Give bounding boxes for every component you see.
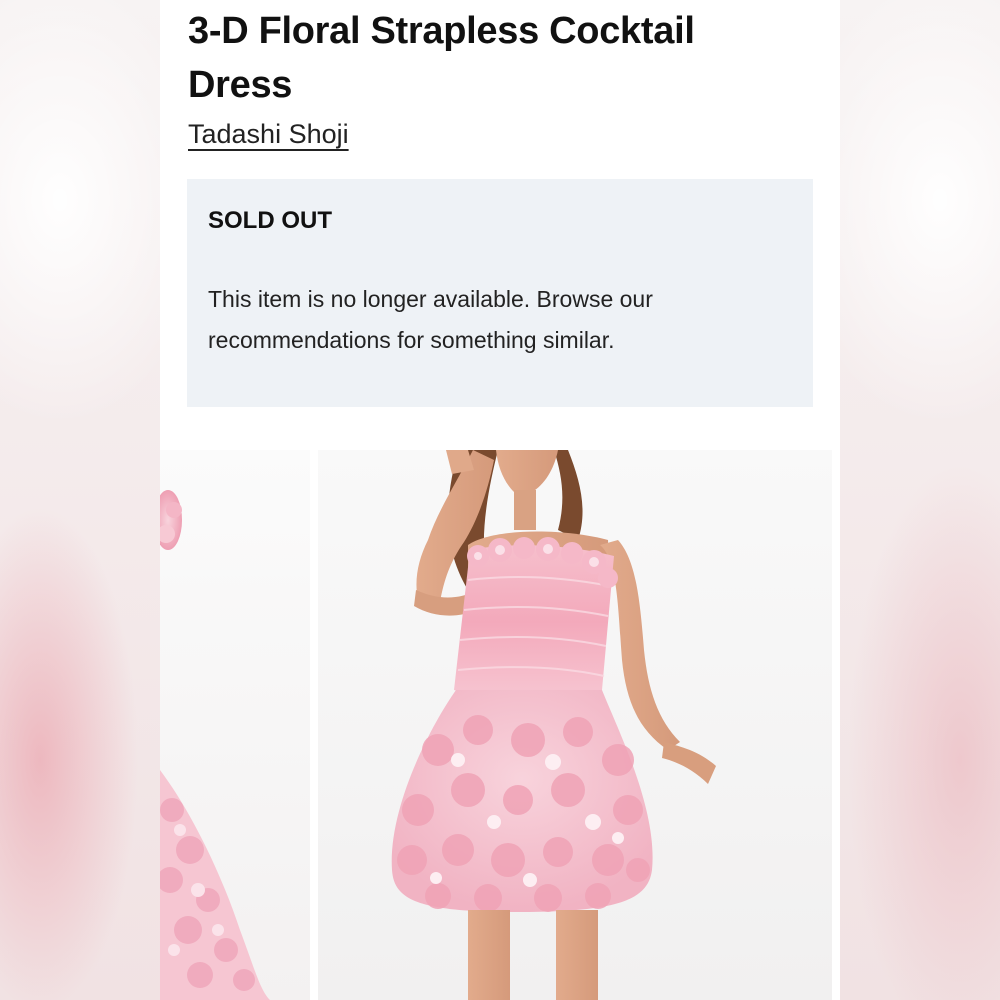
product-image-front[interactable] <box>318 450 832 1000</box>
sold-out-message: This item is no longer available. Browse… <box>208 286 653 353</box>
sold-out-heading: SOLD OUT <box>208 207 332 234</box>
brand-link[interactable]: Tadashi Shoji <box>188 116 349 152</box>
product-page: 3-D Floral Strapless Cocktail Dress Tada… <box>160 0 840 1000</box>
dress-front-photo <box>391 450 716 1000</box>
sold-out-notice: SOLD OUT This item is no longer availabl… <box>187 179 813 407</box>
product-title: 3-D Floral Strapless Cocktail Dress <box>188 10 695 106</box>
product-image-side[interactable] <box>160 450 310 1000</box>
dress-side-photo <box>160 490 270 1000</box>
